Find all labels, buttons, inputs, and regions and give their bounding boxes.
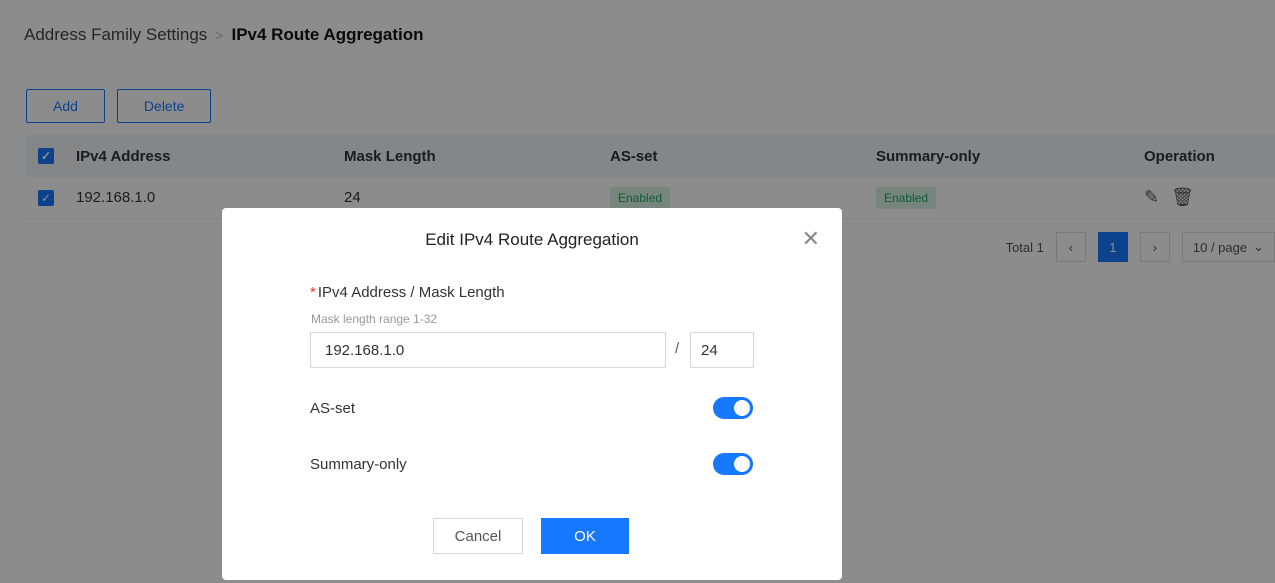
ok-button[interactable]: OK [541, 518, 629, 554]
summary-only-toggle[interactable] [713, 453, 753, 475]
as-set-label: AS-set [310, 400, 356, 417]
slash-separator: / [675, 340, 680, 357]
toggle-knob [734, 456, 750, 472]
cancel-button[interactable]: Cancel [433, 518, 523, 554]
as-set-toggle[interactable] [713, 397, 753, 419]
required-mark: * [310, 284, 316, 301]
mask-length-input[interactable] [690, 332, 754, 368]
ip-mask-field-label: * IPv4 Address / Mask Length [310, 284, 505, 301]
mask-length-hint: Mask length range 1-32 [311, 312, 438, 326]
ip-mask-label-text: IPv4 Address / Mask Length [317, 284, 505, 301]
edit-route-aggregation-dialog: Edit IPv4 Route Aggregation ✕ * IPv4 Addr… [222, 208, 842, 580]
close-icon[interactable]: ✕ [802, 226, 820, 252]
modal-title: Edit IPv4 Route Aggregation [425, 230, 639, 249]
ipv4-address-input[interactable] [310, 332, 666, 368]
toggle-knob [734, 400, 750, 416]
summary-only-label: Summary-only [310, 456, 407, 473]
